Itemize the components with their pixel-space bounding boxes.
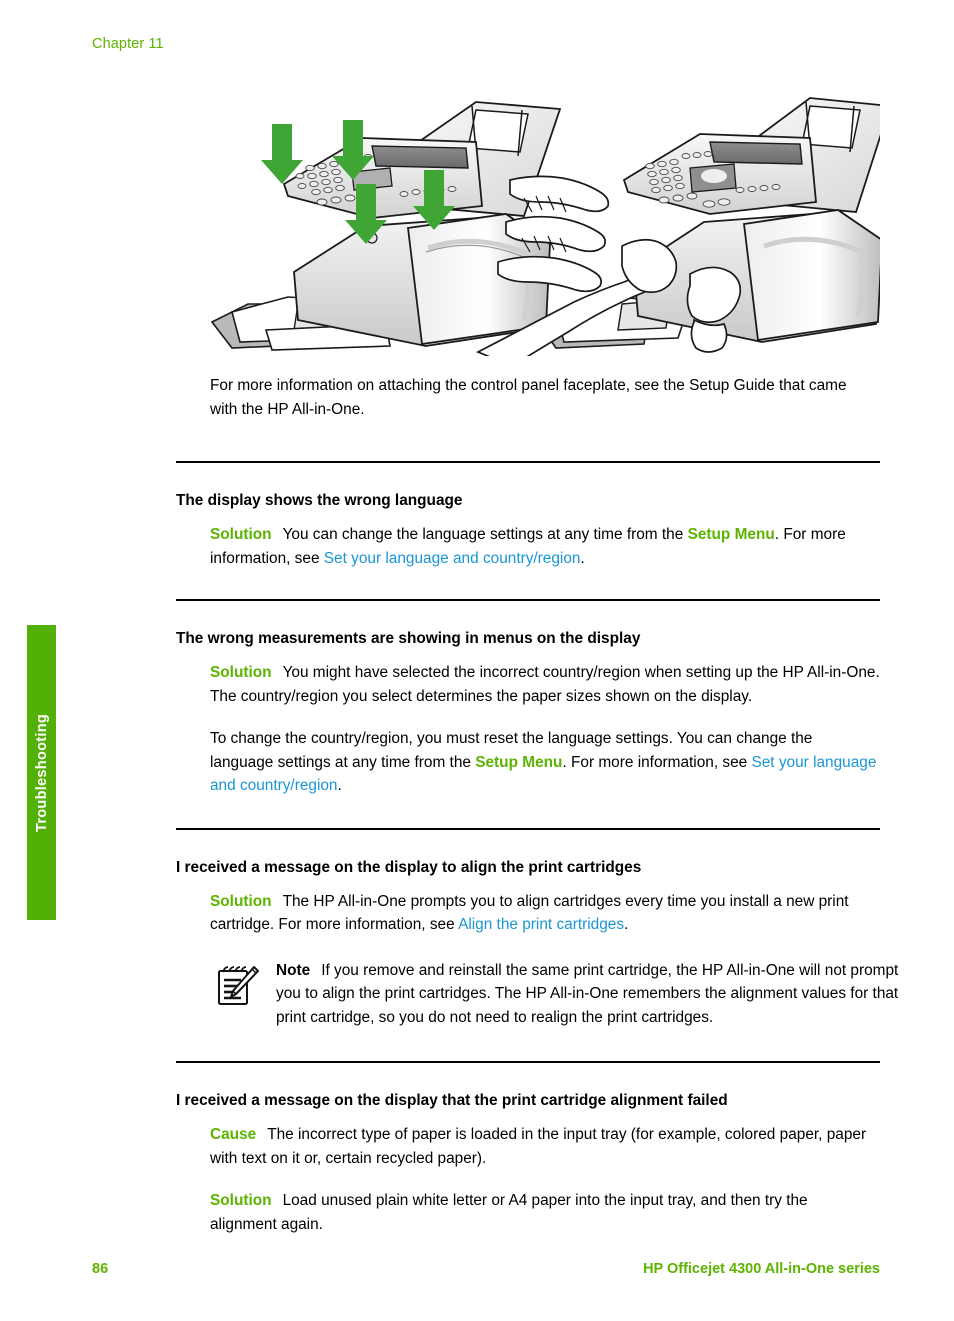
run-text: You might have selected the incorrect co… [210, 664, 880, 705]
note-text: Note If you remove and reinstall the same… [276, 959, 914, 1030]
intro-paragraph: For more information on attaching the co… [210, 377, 847, 418]
solution-block: Solution The HP All-in-One prompts you to… [210, 890, 900, 937]
label-solution: Solution [210, 1192, 272, 1209]
figure-faceplate-installation [176, 76, 880, 356]
section-heading: The wrong measurements are showing in me… [176, 630, 641, 647]
section-align-cartridges: I received a message on the display to a… [176, 830, 898, 1030]
link-set-language-country[interactable]: Set your language and country/region [324, 550, 581, 567]
section-wrong-measurements: The wrong measurements are showing in me… [176, 601, 880, 798]
section-heading: The display shows the wrong language [176, 492, 463, 509]
run-text: You can change the language settings at … [282, 526, 688, 543]
solution-block: Solution You can change the language sett… [210, 523, 875, 570]
label-note: Note [276, 961, 311, 979]
label-cause: Cause [210, 1126, 257, 1143]
footer-product-title: HP Officejet 4300 All-in-One series [643, 1261, 880, 1277]
notepad-pencil-icon [214, 962, 260, 1008]
section-heading: I received a message on the display that… [176, 1092, 728, 1109]
run-text: . [337, 777, 342, 794]
run-text: The incorrect type of paper is loaded in… [210, 1126, 867, 1167]
run-text: . For more information, see [562, 753, 752, 771]
followup-paragraph: To change the country/region, you must r… [210, 727, 878, 798]
chapter-header: Chapter 11 [92, 36, 164, 52]
run-text: If you remove and reinstall the same pri… [276, 961, 899, 1026]
run-text: . [580, 549, 585, 567]
page-content: For more information on attaching the co… [176, 374, 898, 1236]
section-tab-label: Troubleshooting [33, 713, 50, 832]
label-solution: Solution [210, 664, 272, 681]
emphasis-setup-menu: Setup Menu [687, 526, 775, 543]
page-number: 86 [92, 1261, 109, 1277]
solution-block: Solution Load unused plain white letter o… [210, 1189, 875, 1236]
label-solution: Solution [210, 526, 272, 543]
section-heading: I received a message on the display to a… [176, 858, 642, 876]
run-text: Load unused plain white letter or A4 pap… [210, 1192, 808, 1233]
section-alignment-failed: I received a message on the display that… [176, 1063, 880, 1236]
note-callout: Note If you remove and reinstall the same… [210, 959, 914, 1030]
emphasis-setup-menu: Setup Menu [475, 753, 563, 771]
section-wrong-language: The display shows the wrong language Sol… [176, 463, 880, 570]
link-align-print-cartridges[interactable]: Align the print cartridges [458, 916, 624, 933]
section-tab-troubleshooting: Troubleshooting [27, 625, 56, 920]
solution-block: Solution You might have selected the inco… [210, 661, 902, 708]
document-page: Chapter 11 Troubleshooting For more info… [0, 0, 954, 1321]
run-text: . [624, 916, 629, 933]
label-solution: Solution [210, 892, 272, 910]
cause-block: Cause The incorrect type of paper is load… [210, 1123, 875, 1170]
